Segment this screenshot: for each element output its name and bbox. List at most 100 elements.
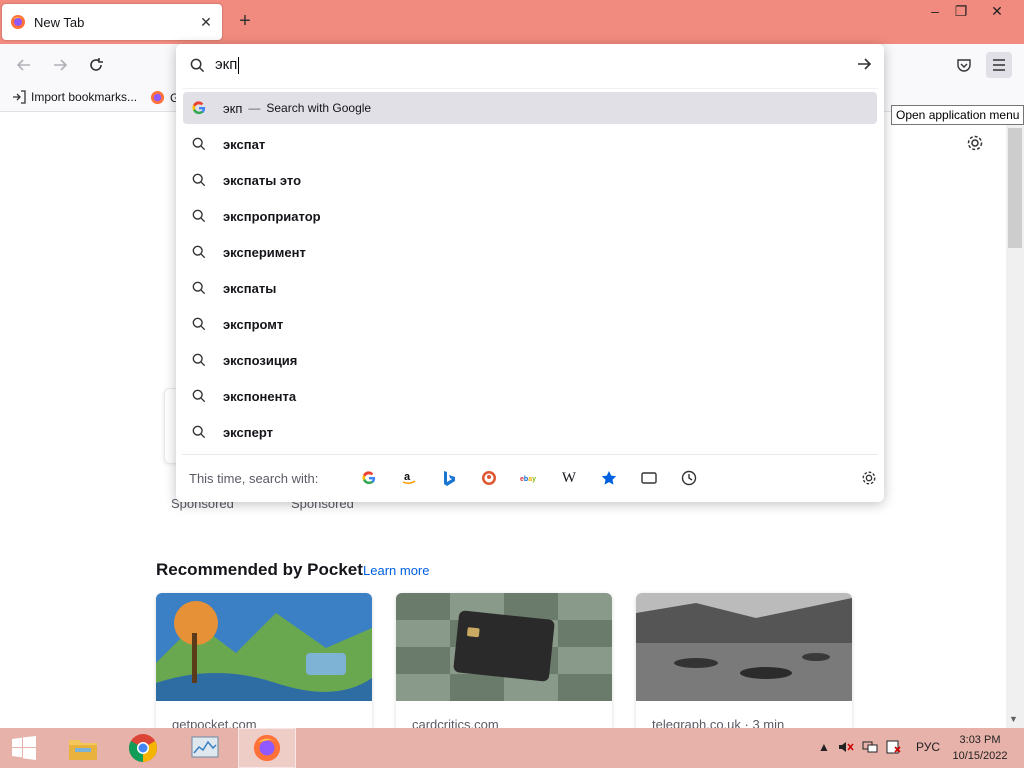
- google-icon: [191, 100, 207, 116]
- tab-title: New Tab: [34, 14, 85, 30]
- tab-close-icon[interactable]: ✕: [198, 14, 214, 31]
- firefox-icon: [150, 90, 165, 105]
- story-card[interactable]: telegraph.co.uk · 3 min: [636, 593, 852, 733]
- suggestion-text: экп: [223, 100, 243, 116]
- scroll-down-icon[interactable]: ▼: [1009, 714, 1018, 724]
- forward-arrow-icon: [54, 59, 68, 71]
- show-hidden-icons-button[interactable]: ▲: [818, 740, 830, 754]
- urlbar-popup: экп экп — Search with Google экспат эксп…: [176, 44, 884, 502]
- new-tab-button[interactable]: +: [234, 10, 256, 32]
- search-icon: [191, 208, 207, 224]
- suggestion-row[interactable]: экспаты: [183, 272, 877, 304]
- suggestion-row[interactable]: эксперт: [183, 416, 877, 448]
- suggestion-row[interactable]: экспонента: [183, 380, 877, 412]
- pocket-heading: Recommended by Pocket: [156, 560, 363, 579]
- search-icon: [191, 172, 207, 188]
- search-icon: [191, 316, 207, 332]
- suggestion-row-search-google[interactable]: экп — Search with Google: [183, 92, 877, 124]
- history-icon[interactable]: [669, 466, 709, 490]
- tab-new-tab[interactable]: New Tab ✕: [2, 4, 222, 40]
- search-icon: [191, 424, 207, 440]
- go-button[interactable]: [856, 56, 872, 75]
- suggestion-row[interactable]: экспаты это: [183, 164, 877, 196]
- hamburger-icon: [993, 59, 1005, 71]
- bing-icon[interactable]: [429, 466, 469, 490]
- urlbar-typed-text: экп: [215, 56, 240, 74]
- suggestion-row[interactable]: экспроприатор: [183, 200, 877, 232]
- clock-time: 3:03 PM: [959, 734, 1001, 746]
- pocket-icon: [957, 59, 971, 72]
- system-clock[interactable]: 3:03 PM 10/15/2022: [948, 732, 1012, 764]
- title-bar: New Tab ✕ + – ❐ ✕: [0, 0, 1024, 44]
- search-icon: [191, 136, 207, 152]
- divider: [182, 88, 878, 89]
- page-scrollbar[interactable]: ▲ ▼: [1006, 112, 1024, 728]
- suggestion-text: экспат: [223, 136, 266, 152]
- story-card[interactable]: getpocket.com: [156, 593, 372, 733]
- reload-button[interactable]: [83, 52, 109, 78]
- suggestion-text: экспозиция: [223, 352, 298, 368]
- story-image: [396, 593, 612, 701]
- start-button[interactable]: [0, 728, 48, 768]
- task-manager-taskbar[interactable]: [176, 728, 234, 768]
- bookmark-getting-started[interactable]: G: [150, 90, 179, 105]
- suggestion-row[interactable]: экспат: [183, 128, 877, 160]
- volume-muted-icon[interactable]: [838, 740, 854, 757]
- application-menu-button[interactable]: [986, 52, 1012, 78]
- divider: [182, 454, 878, 455]
- suggestion-text: экспромт: [223, 316, 284, 332]
- bookmarks-icon[interactable]: [589, 466, 629, 490]
- forward-button[interactable]: [47, 52, 73, 78]
- search-icon: [191, 280, 207, 296]
- close-window-button[interactable]: ✕: [980, 0, 1014, 22]
- action-center-icon[interactable]: [886, 740, 902, 757]
- gear-icon: [862, 471, 876, 485]
- story-card[interactable]: cardcritics.com: [396, 593, 612, 733]
- input-language[interactable]: РУС: [916, 740, 940, 754]
- wikipedia-icon[interactable]: W: [549, 466, 589, 490]
- windows-logo-icon: [12, 736, 36, 760]
- clock-date: 10/15/2022: [952, 750, 1008, 762]
- pocket-button[interactable]: [951, 52, 977, 78]
- suggestion-row[interactable]: экспозиция: [183, 344, 877, 376]
- windows-taskbar: ▲ РУС 3:03 PM 10/15/2022: [0, 728, 1024, 768]
- import-bookmarks-link[interactable]: Import bookmarks...: [12, 90, 137, 104]
- search-icon: [191, 244, 207, 260]
- suggestion-text: экспаты: [223, 280, 277, 296]
- suggestion-text: экспроприатор: [223, 208, 321, 224]
- suggestion-text: экспаты это: [223, 172, 302, 188]
- file-explorer-taskbar[interactable]: [54, 728, 112, 768]
- go-arrow-icon: [858, 58, 872, 70]
- suggestion-text: эксперт: [223, 424, 273, 440]
- suggestion-row[interactable]: экспромт: [183, 308, 877, 340]
- search-icon: [191, 388, 207, 404]
- back-button[interactable]: [11, 52, 37, 78]
- import-icon: [13, 90, 26, 104]
- suggestion-action: Search with Google: [266, 101, 372, 115]
- duckduckgo-icon[interactable]: [469, 466, 509, 490]
- one-off-label: This time, search with:: [189, 470, 319, 486]
- chrome-icon: [129, 734, 157, 762]
- search-icon: [191, 352, 207, 368]
- amazon-icon[interactable]: a: [389, 466, 429, 490]
- firefox-taskbar[interactable]: [238, 728, 296, 768]
- network-icon[interactable]: [862, 740, 878, 757]
- restore-button[interactable]: ❐: [944, 0, 978, 22]
- story-image: [636, 593, 852, 701]
- gear-icon: [967, 135, 983, 151]
- chrome-taskbar[interactable]: [114, 728, 172, 768]
- suggestion-row[interactable]: эксперимент: [183, 236, 877, 268]
- search-settings-button[interactable]: [861, 470, 877, 489]
- scroll-thumb[interactable]: [1008, 128, 1022, 248]
- app-menu-tooltip: Open application menu: [891, 105, 1024, 125]
- urlbar-input[interactable]: экп: [176, 44, 884, 86]
- google-icon[interactable]: [349, 466, 389, 490]
- tabs-icon[interactable]: [629, 466, 669, 490]
- reload-icon: [90, 58, 103, 71]
- newtab-settings-button[interactable]: [966, 134, 984, 155]
- suggestion-text: экспонента: [223, 388, 297, 404]
- task-manager-icon: [191, 736, 219, 758]
- ebay-icon[interactable]: ebay: [509, 466, 549, 490]
- search-icon: [190, 58, 205, 72]
- learn-more-link[interactable]: Learn more: [363, 563, 429, 578]
